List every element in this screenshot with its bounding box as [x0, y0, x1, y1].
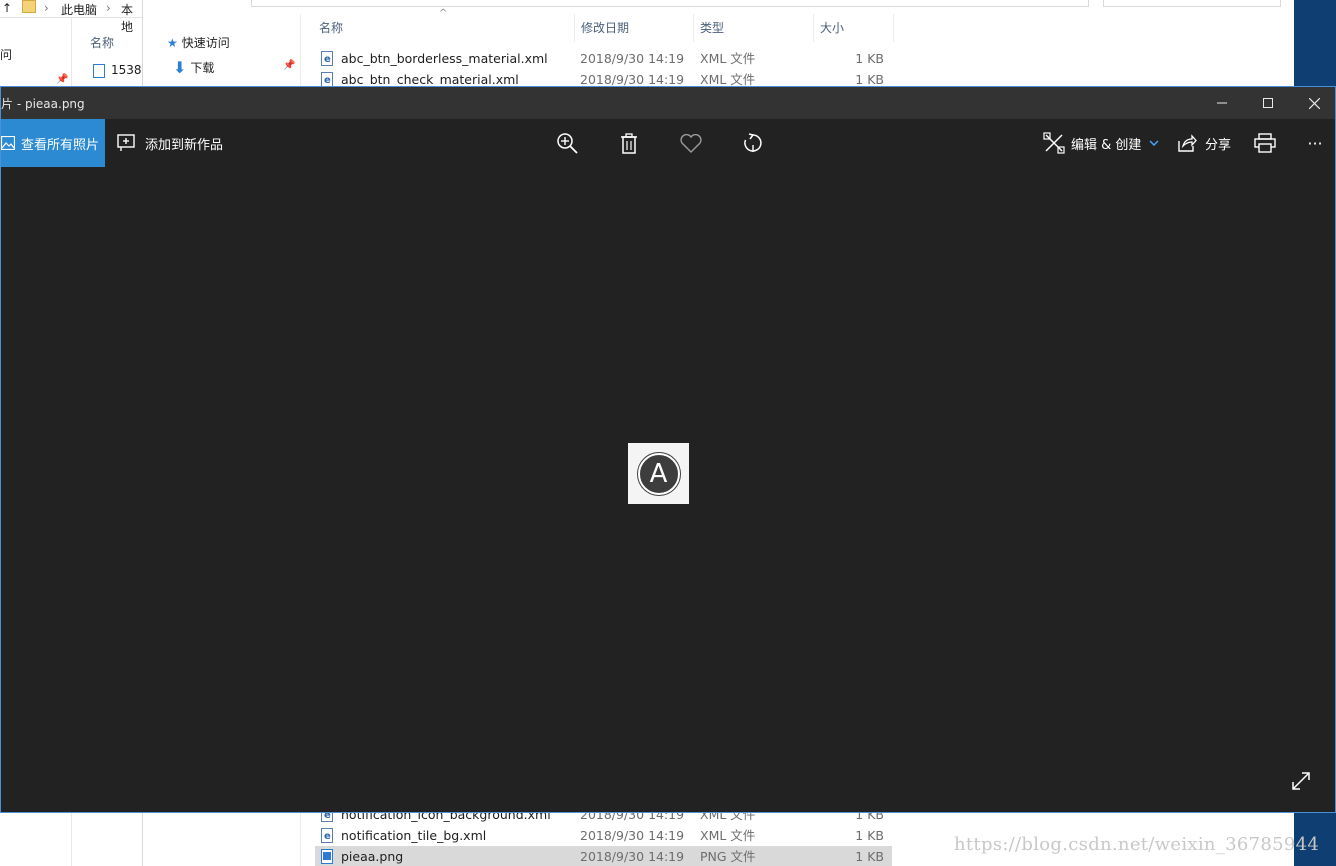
minimize-icon: [1217, 102, 1227, 104]
search-input[interactable]: [1103, 0, 1281, 7]
rotate-button[interactable]: [729, 119, 777, 167]
watermark-url: https://blog.csdn.net/weixin_36785944: [954, 834, 1320, 855]
column-header-name[interactable]: 名称: [90, 34, 114, 51]
file-row[interactable]: abc_btn_borderless_material.xml 2018/9/3…: [315, 48, 892, 70]
nav-item-label: 下载: [190, 61, 215, 75]
edit-and-create-label: 编辑 & 创建: [1071, 137, 1142, 153]
file-size: 1 KB: [855, 828, 884, 843]
photos-app-window: 照片 - pieaa.png 查看所有照片 添加到新作品: [0, 86, 1336, 813]
chevron-right-icon: ›: [106, 1, 111, 15]
image-viewer[interactable]: A: [1, 167, 1335, 812]
pin-icon: 📌: [56, 74, 69, 85]
add-to-new-creation-button[interactable]: 添加到新作品: [117, 119, 223, 167]
address-bar[interactable]: [251, 0, 1089, 7]
file-date: 2018/9/30 14:19: [580, 849, 685, 864]
maximize-button[interactable]: [1245, 87, 1291, 119]
edit-and-create-button[interactable]: 编辑 & 创建: [1043, 119, 1159, 167]
title-bar[interactable]: 照片 - pieaa.png: [0, 87, 1336, 119]
address-bar[interactable]: ↑ › 此电脑 › 本地: [0, 0, 142, 34]
share-button[interactable]: 分享: [1177, 119, 1231, 167]
star-icon: ★: [167, 35, 178, 50]
trash-icon: [621, 132, 637, 154]
fullscreen-button[interactable]: [1285, 765, 1317, 797]
file-size: 1 KB: [855, 849, 884, 864]
close-button[interactable]: [1291, 87, 1336, 119]
close-icon: [1308, 97, 1320, 109]
zoom-in-icon: [557, 133, 578, 154]
nav-item-label: 快速访问: [181, 36, 230, 50]
favorite-button[interactable]: [667, 119, 715, 167]
download-arrow-icon: ⬇: [173, 58, 187, 77]
png-file-icon: [321, 849, 333, 864]
column-header-date[interactable]: 修改日期: [575, 14, 694, 42]
file-date: 2018/9/30 14:19: [580, 828, 685, 843]
zoom-in-button[interactable]: [543, 119, 591, 167]
chevron-right-icon: ›: [44, 1, 49, 15]
file-type: XML 文件: [700, 828, 756, 843]
column-header-name[interactable]: 名称: [313, 14, 575, 42]
file-type: XML 文件: [700, 51, 756, 66]
rotate-icon: [744, 133, 762, 152]
image-file-icon: [93, 64, 105, 78]
print-icon: [1254, 133, 1276, 153]
file-name-partial[interactable]: 15382: [111, 63, 142, 77]
heart-icon: [680, 133, 702, 153]
minimize-button[interactable]: [1199, 87, 1245, 119]
file-date: 2018/9/30 14:19: [580, 51, 685, 66]
delete-button[interactable]: [605, 119, 653, 167]
file-name: abc_btn_borderless_material.xml: [341, 51, 548, 66]
breadcrumb-this-pc[interactable]: 此电脑: [61, 1, 97, 18]
share-label: 分享: [1205, 137, 1232, 153]
displayed-image: A: [628, 443, 689, 504]
folder-icon: [22, 0, 36, 13]
column-header-size[interactable]: 大小: [814, 14, 894, 42]
print-button[interactable]: [1241, 119, 1289, 167]
view-all-photos-label: 查看所有照片: [21, 137, 100, 153]
photos-icon: [1, 136, 15, 150]
nav-item-quick-access[interactable]: ★ 快速访问: [167, 34, 230, 51]
share-icon: [1178, 134, 1197, 152]
file-name: notification_tile_bg.xml: [341, 828, 487, 843]
up-arrow-icon[interactable]: ↑: [2, 1, 12, 15]
file-row-selected[interactable]: pieaa.png 2018/9/30 14:19 PNG 文件 1 KB: [315, 846, 892, 866]
xml-file-icon: [321, 49, 333, 70]
expand-icon: [1292, 772, 1310, 790]
add-to-new-creation-label: 添加到新作品: [145, 137, 224, 153]
xml-file-icon: [321, 70, 333, 91]
nav-item-downloads[interactable]: ⬇ 下载: [173, 58, 214, 77]
photos-toolbar: 查看所有照片 添加到新作品 编辑 & 创建 分享 ···: [1, 119, 1335, 167]
file-type: PNG 文件: [700, 849, 756, 864]
column-header-type[interactable]: 类型: [694, 14, 814, 42]
more-options-button[interactable]: ···: [1303, 119, 1327, 167]
file-row[interactable]: notification_tile_bg.xml 2018/9/30 14:19…: [315, 825, 892, 847]
pin-icon: 📌: [283, 60, 296, 71]
breadcrumb-local[interactable]: 本地: [121, 1, 142, 35]
nav-item-partial[interactable]: 问: [0, 46, 12, 63]
letter-a-logo: A: [637, 452, 680, 495]
maximize-icon: [1263, 98, 1273, 108]
chevron-down-icon: [1149, 140, 1159, 146]
file-size: 1 KB: [855, 51, 884, 66]
edit-create-icon: [1043, 132, 1065, 154]
xml-file-icon: [321, 826, 333, 847]
add-creation-icon: [117, 134, 135, 151]
window-title: 照片 - pieaa.png: [0, 97, 85, 111]
view-all-photos-button[interactable]: 查看所有照片: [1, 119, 105, 167]
file-name: pieaa.png: [341, 849, 404, 864]
